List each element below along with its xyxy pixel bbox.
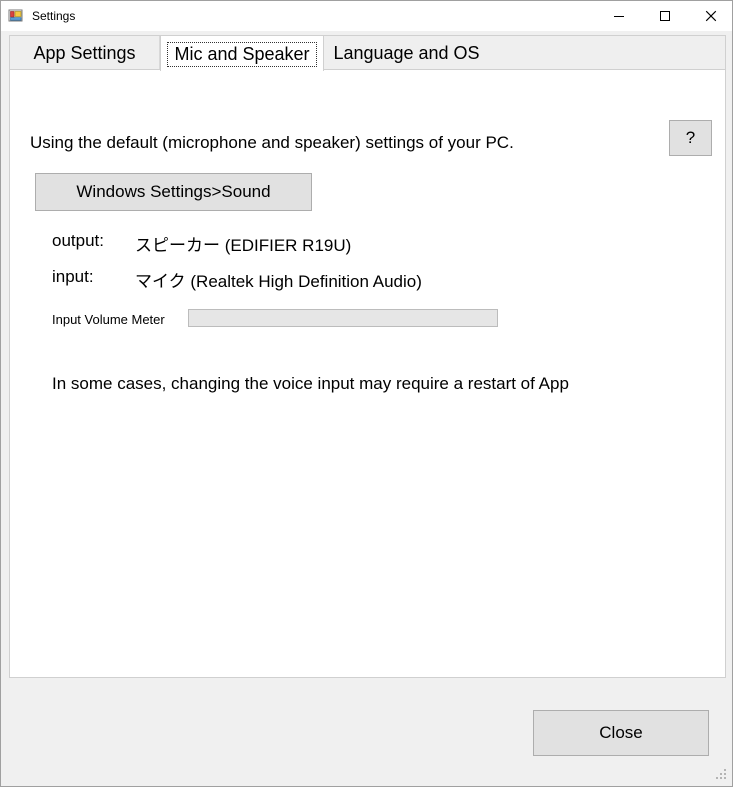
- settings-window: Settings App Settings Mic and Speaker La…: [0, 0, 733, 787]
- close-dialog-button[interactable]: Close: [533, 710, 709, 756]
- tab-app-settings[interactable]: App Settings: [10, 36, 160, 70]
- tab-language-and-os[interactable]: Language and OS: [324, 36, 489, 70]
- windows-settings-sound-label: Windows Settings>Sound: [76, 182, 271, 201]
- input-label: input:: [52, 267, 94, 286]
- title-bar[interactable]: Settings: [1, 1, 732, 31]
- help-button-label: ?: [685, 128, 696, 147]
- settings-app-icon: [8, 8, 24, 24]
- close-icon: [705, 10, 717, 22]
- input-volume-meter-row: Input Volume Meter: [10, 309, 727, 331]
- tab-control: App Settings Mic and Speaker Language an…: [9, 35, 726, 678]
- output-label: output:: [52, 231, 104, 250]
- input-device-value: マイク (Realtek High Definition Audio): [135, 272, 422, 291]
- output-device-row: output: スピーカー (EDIFIER R19U): [10, 231, 727, 259]
- help-button[interactable]: ?: [669, 120, 712, 156]
- tab-page-mic-and-speaker: ? Using the default (microphone and spea…: [9, 69, 726, 678]
- minimize-button[interactable]: [596, 1, 642, 31]
- close-dialog-label: Close: [599, 723, 643, 742]
- tab-header-row: App Settings Mic and Speaker Language an…: [9, 35, 726, 71]
- input-volume-meter-label: Input Volume Meter: [52, 312, 165, 327]
- input-volume-meter: [188, 309, 498, 327]
- close-button-titlebar[interactable]: [688, 1, 732, 31]
- output-device-value: スピーカー (EDIFIER R19U): [135, 236, 352, 255]
- windows-settings-sound-button[interactable]: Windows Settings>Sound: [35, 173, 312, 211]
- intro-text: Using the default (microphone and speake…: [30, 133, 514, 152]
- maximize-icon: [660, 11, 670, 21]
- minimize-icon: [614, 16, 624, 17]
- input-device-row: input: マイク (Realtek High Definition Audi…: [10, 267, 727, 295]
- tab-mic-and-speaker[interactable]: Mic and Speaker: [160, 35, 324, 71]
- tab-app-settings-label: App Settings: [33, 42, 136, 63]
- maximize-button[interactable]: [642, 1, 688, 31]
- resize-grip[interactable]: [715, 769, 729, 783]
- tab-language-and-os-label: Language and OS: [333, 42, 480, 63]
- tab-mic-and-speaker-label: Mic and Speaker: [167, 41, 317, 68]
- window-title: Settings: [32, 9, 76, 23]
- restart-note: In some cases, changing the voice input …: [52, 374, 569, 393]
